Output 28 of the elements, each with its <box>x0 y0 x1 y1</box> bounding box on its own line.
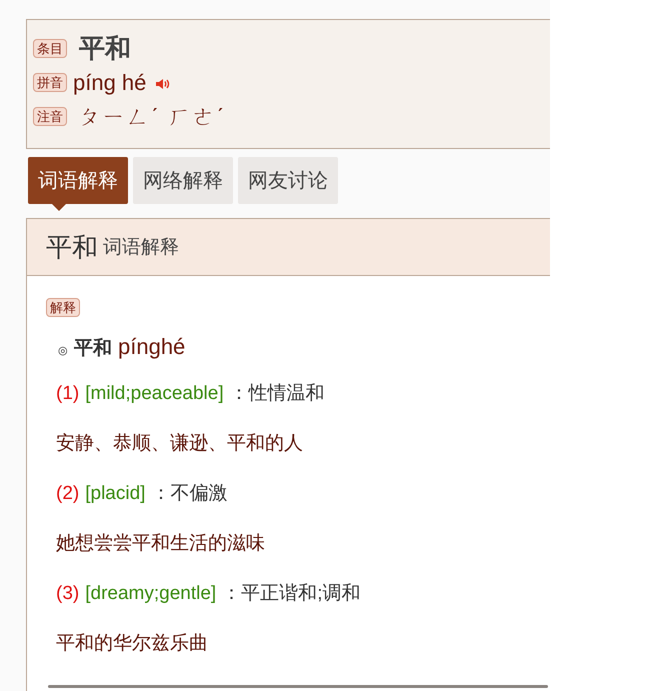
sense-meaning: ：性情温和 <box>230 382 325 406</box>
english-gloss: [mild;peaceable] <box>85 382 224 406</box>
sense-meaning: ：不偏激 <box>151 482 228 506</box>
pinyin-text: píng hé <box>73 68 146 97</box>
speaker-icon[interactable] <box>155 77 172 91</box>
sense-meaning: ：平正谐和;调和 <box>222 582 360 606</box>
label-tag: 条目 <box>33 38 67 58</box>
tab[interactable]: 网友讨论 <box>238 157 338 204</box>
example-text: 安静、恭顺、谦逊、平和的人 <box>56 432 303 456</box>
bullet-mark: ◎ <box>58 344 68 359</box>
example-text: 平和的华尔兹乐曲 <box>56 632 208 656</box>
english-gloss: [placid] <box>85 482 146 506</box>
example-text: 她想尝尝平和生活的滋味 <box>56 532 265 556</box>
tab[interactable]: 网络解释 <box>133 157 233 204</box>
sense-number: (3) <box>56 582 80 606</box>
section-subtitle: 词语解释 <box>103 236 179 260</box>
section-title: 平和 <box>46 230 98 264</box>
label-tag: 拼音 <box>33 72 67 92</box>
entry-word: 平和 <box>79 32 131 64</box>
definition-pinyin: pínghé <box>118 333 186 361</box>
english-gloss: [dreamy;gentle] <box>85 582 216 606</box>
zhuyin-text: ㄆㄧㄥˊ ㄏㄜˊ <box>79 102 226 130</box>
definition-word: 平和 <box>74 336 112 361</box>
label-tag: 注音 <box>33 106 67 126</box>
sense-number: (2) <box>56 482 80 506</box>
tab-pointer <box>52 204 66 211</box>
label-tag: 解释 <box>46 298 80 317</box>
sense-number: (1) <box>56 382 80 406</box>
